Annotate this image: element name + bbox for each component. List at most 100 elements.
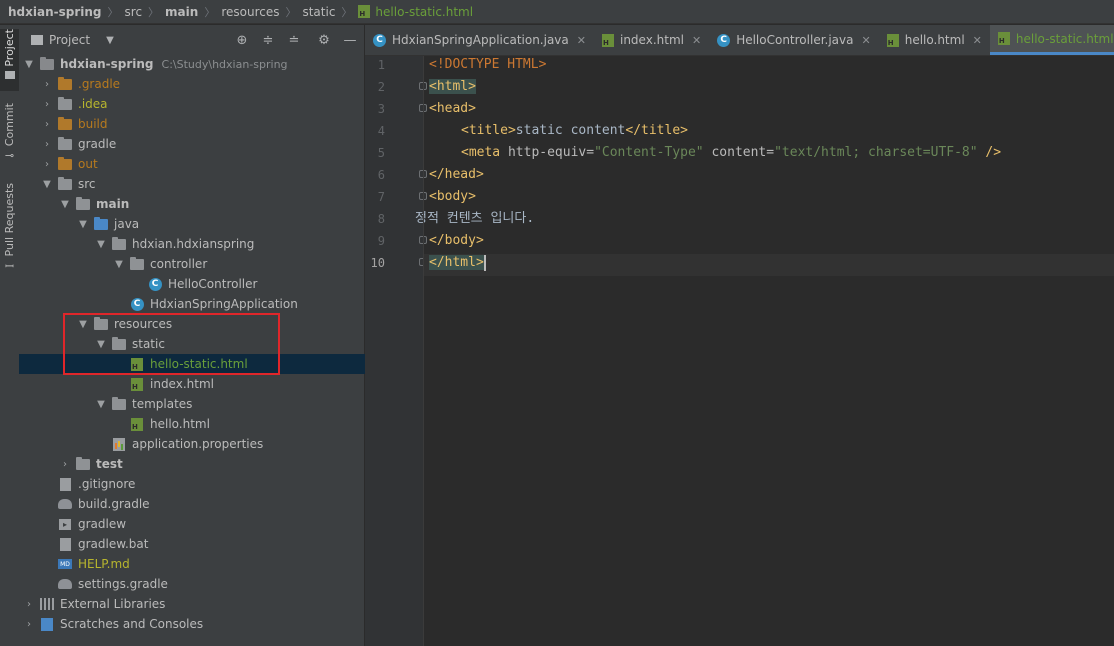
pull-requests-tool-tab[interactable]: Pull Requests ꟷ <box>0 183 19 278</box>
line-number: 7 <box>377 190 385 204</box>
expand-all-icon[interactable]: ≑ <box>260 32 276 48</box>
code-line-3: <head> <box>429 100 476 122</box>
tree-label: settings.gradle <box>78 577 168 591</box>
tree-node-gradle-dir[interactable]: › .gradle <box>19 74 386 94</box>
chevron-down-icon[interactable]: ▼ <box>95 399 107 410</box>
breadcrumb-static-label: static <box>302 4 336 19</box>
navigation-breadcrumb: hdxian-spring 〉 src 〉 main 〉 resources 〉… <box>0 0 1114 24</box>
tree-label: src <box>78 177 96 191</box>
chevron-right-icon[interactable]: › <box>59 459 71 470</box>
tree-node-gitignore[interactable]: .gitignore <box>19 474 398 494</box>
code-line-7: <body> <box>429 188 476 210</box>
chevron-down-icon[interactable]: ▼ <box>106 35 114 46</box>
tree-node-build[interactable]: › build <box>19 114 386 134</box>
tree-node-idea[interactable]: › .idea <box>19 94 386 114</box>
tab-label: hello.html <box>904 33 965 47</box>
gear-icon[interactable]: ⚙ <box>316 32 332 48</box>
tab-hello-controller[interactable]: C HelloController.java ✕ <box>709 25 879 55</box>
tree-node-external-libraries[interactable]: › External Libraries <box>19 594 368 614</box>
tree-node-build-gradle[interactable]: build.gradle <box>19 494 398 514</box>
chevron-right-icon[interactable]: › <box>41 79 53 90</box>
line-number: 5 <box>377 146 385 160</box>
breadcrumb-separator-icon: 〉 <box>285 5 297 19</box>
chevron-right-icon[interactable]: › <box>23 599 35 610</box>
project-path: C:\Study\hdxian-spring <box>161 57 288 71</box>
hide-icon[interactable]: — <box>342 32 358 48</box>
tag-token: </head> <box>429 167 484 182</box>
tree-node-help-md[interactable]: MD HELP.md <box>19 554 398 574</box>
tree-node-scratches[interactable]: › Scratches and Consoles <box>19 614 368 634</box>
tab-hello-static-html[interactable]: H hello-static.html ✕ <box>989 25 1114 55</box>
chevron-down-icon[interactable]: ▼ <box>113 259 125 270</box>
close-icon[interactable]: ✕ <box>973 34 982 47</box>
tree-node-gradlew-bat[interactable]: gradlew.bat <box>19 534 398 554</box>
breadcrumb-main-label: main <box>165 4 199 19</box>
close-icon[interactable]: ✕ <box>862 34 871 47</box>
breadcrumb-src[interactable]: src <box>125 5 143 19</box>
folder-icon <box>57 156 73 171</box>
tree-node-main[interactable]: ▼ main <box>19 194 404 214</box>
tree-label: gradle <box>78 137 117 151</box>
html-file-icon: H <box>129 417 145 431</box>
tree-node-test[interactable]: › test <box>19 454 404 474</box>
tab-label: HelloController.java <box>736 33 854 47</box>
breadcrumb-resources[interactable]: resources <box>221 5 279 19</box>
breadcrumb-file-label: hello-static.html <box>375 4 474 19</box>
code-editor[interactable]: 1 2 3 4 5 6 7 8 9 10 <!DOCTYPE HTML> <ht… <box>365 56 1114 646</box>
tree-label: templates <box>132 397 193 411</box>
folder-icon <box>31 35 43 45</box>
tree-label: gradlew <box>78 517 127 531</box>
java-class-icon: C <box>129 297 145 311</box>
chevron-right-icon[interactable]: › <box>41 99 53 110</box>
tree-node-gradle[interactable]: › gradle <box>19 134 386 154</box>
folder-icon <box>57 176 73 191</box>
highlight-annotation-box <box>63 313 280 375</box>
breadcrumb-static[interactable]: static <box>302 5 335 19</box>
tree-node-project-root[interactable]: ▼ hdxian-spring C:\Study\hdxian-spring <box>19 54 368 74</box>
breadcrumb-project[interactable]: hdxian-spring <box>8 5 102 19</box>
breadcrumb-main[interactable]: main <box>165 5 198 19</box>
collapse-all-icon[interactable]: ≐ <box>286 32 302 48</box>
chevron-right-icon[interactable]: › <box>23 619 35 630</box>
tab-index-html[interactable]: H index.html ✕ <box>594 25 709 55</box>
tree-node-out[interactable]: › out <box>19 154 386 174</box>
chevron-right-icon[interactable]: › <box>41 139 53 150</box>
scratches-icon <box>39 617 55 631</box>
tree-node-java[interactable]: ▼ java <box>19 214 422 234</box>
pull-requests-tool-tab-label: Pull Requests <box>3 183 16 257</box>
tree-label: hdxian.hdxianspring <box>132 237 255 251</box>
tree-label: controller <box>150 257 208 271</box>
locate-icon[interactable]: ⊕ <box>234 32 250 48</box>
library-icon <box>39 597 55 611</box>
java-class-icon: C <box>373 33 386 47</box>
attr-token: http-equiv= <box>507 145 595 160</box>
project-view-selector[interactable]: Project <box>49 33 90 47</box>
tag-token: <title> <box>461 123 516 138</box>
chevron-down-icon[interactable]: ▼ <box>95 239 107 250</box>
chevron-down-icon[interactable]: ▼ <box>23 59 35 70</box>
close-icon[interactable]: ✕ <box>577 34 586 47</box>
tree-node-settings-gradle[interactable]: settings.gradle <box>19 574 398 594</box>
commit-tool-tab[interactable]: Commit ⊸ <box>0 103 19 165</box>
chevron-right-icon[interactable]: › <box>41 159 53 170</box>
tab-label: hello-static.html <box>1015 31 1114 46</box>
properties-file-icon <box>111 437 127 451</box>
close-icon[interactable]: ✕ <box>692 34 701 47</box>
tab-hello-html[interactable]: H hello.html ✕ <box>879 25 990 55</box>
file-icon <box>57 477 73 491</box>
tree-node-src[interactable]: ▼ src <box>19 174 386 194</box>
line-number: 3 <box>377 102 385 116</box>
tree-label: External Libraries <box>60 597 166 611</box>
project-tool-tab[interactable]: Project <box>0 29 19 91</box>
breadcrumb-separator-icon: 〉 <box>341 5 353 19</box>
chevron-down-icon[interactable]: ▼ <box>77 219 89 230</box>
tree-label: HELP.md <box>78 557 130 571</box>
chevron-right-icon[interactable]: › <box>41 119 53 130</box>
breadcrumb-file[interactable]: Hhello-static.html <box>358 5 473 19</box>
html-file-icon: H <box>886 33 899 47</box>
chevron-down-icon[interactable]: ▼ <box>41 179 53 190</box>
terminal-file-icon: ▸ <box>57 517 73 531</box>
tab-hdxian-spring-application[interactable]: C HdxianSpringApplication.java ✕ <box>365 25 594 55</box>
chevron-down-icon[interactable]: ▼ <box>59 199 71 210</box>
tree-node-gradlew[interactable]: ▸ gradlew <box>19 514 398 534</box>
